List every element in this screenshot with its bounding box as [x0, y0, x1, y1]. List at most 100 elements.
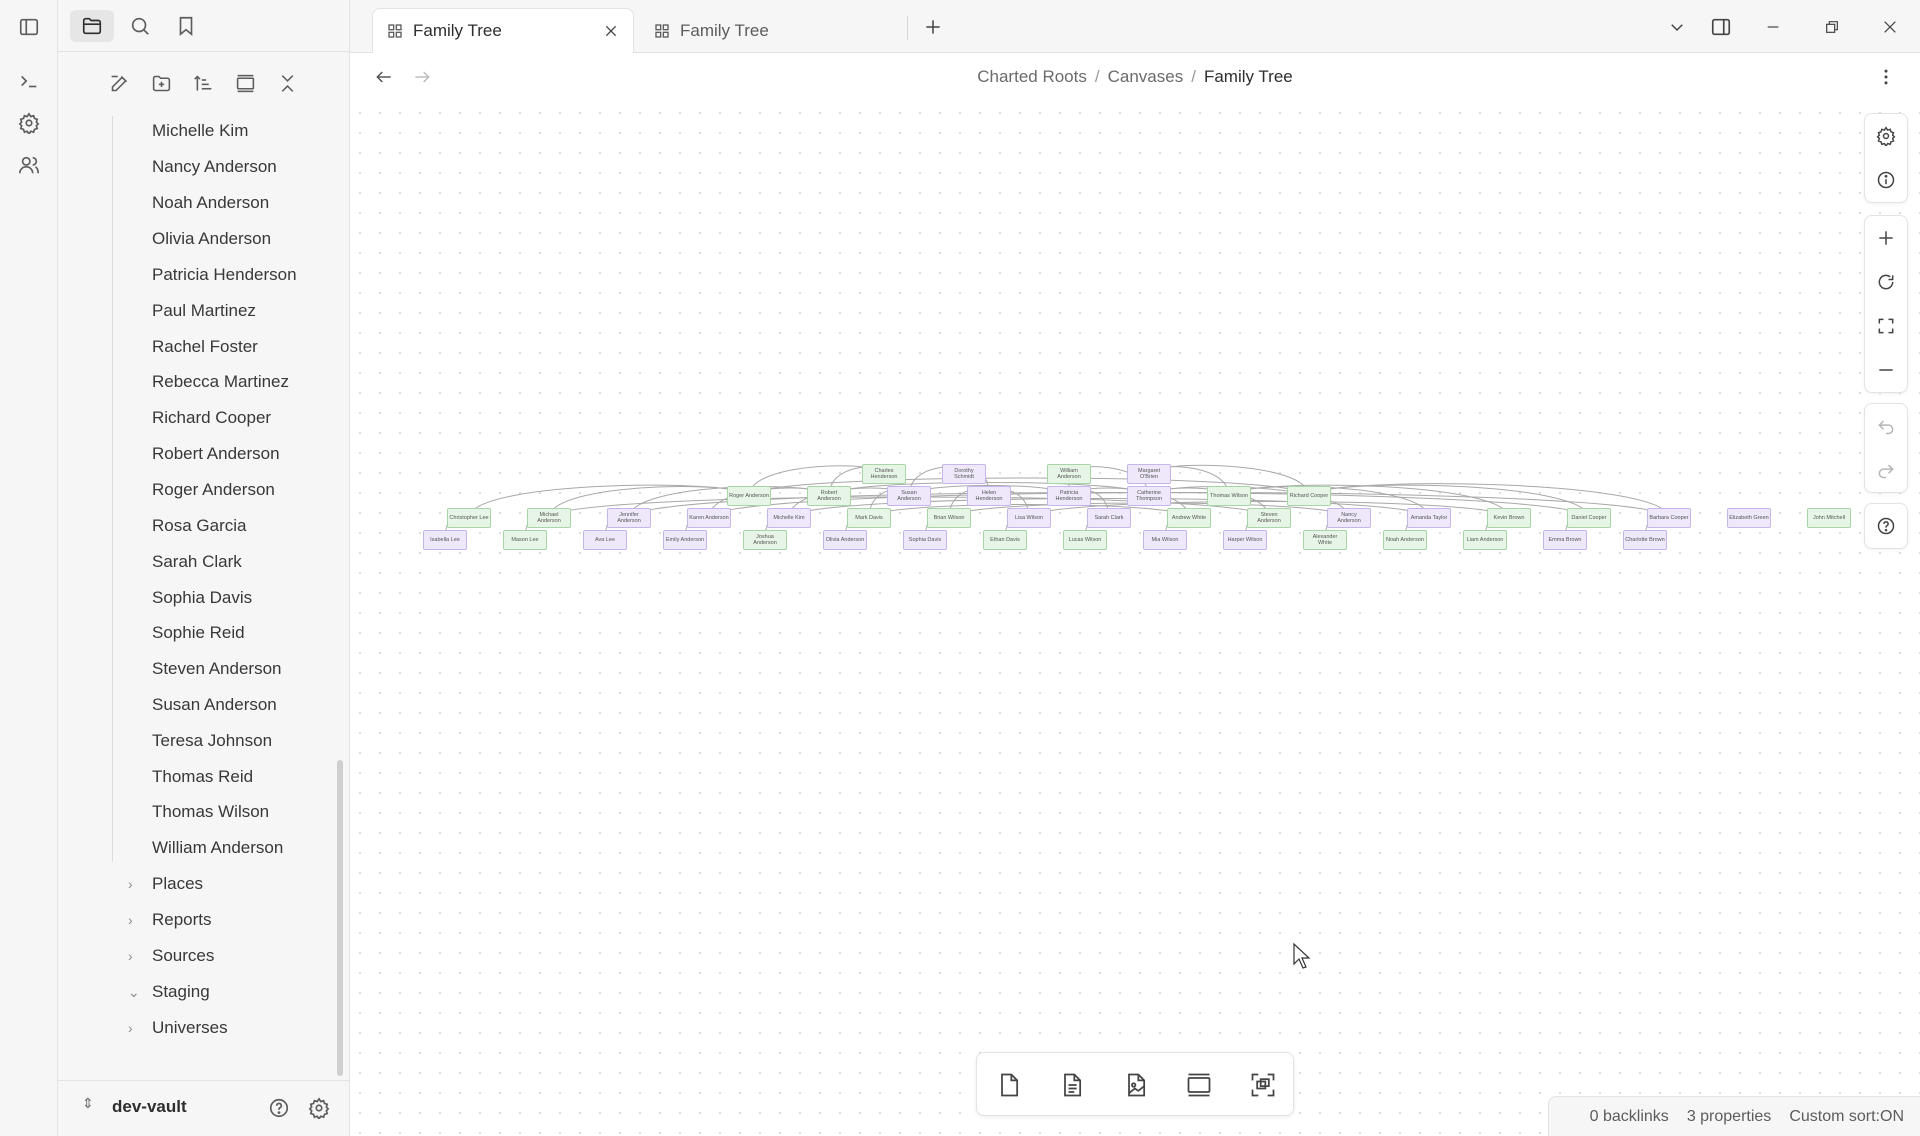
person-node[interactable]: Olivia Anderson — [823, 530, 867, 550]
person-node[interactable]: Karen Anderson — [687, 508, 731, 528]
person-node[interactable]: Lucas Wilson — [1063, 530, 1107, 550]
person-node[interactable]: Christopher Lee — [447, 508, 491, 528]
person-node[interactable]: Mark Davis — [847, 508, 891, 528]
person-node[interactable]: Sophia Davis — [903, 530, 947, 550]
collapse-all-icon[interactable] — [272, 68, 302, 98]
breadcrumb-item[interactable]: Canvases — [1108, 67, 1184, 86]
custom-sort-status[interactable]: Custom sort:ON — [1789, 1108, 1904, 1126]
person-node[interactable]: Mia Wilson — [1143, 530, 1187, 550]
person-node[interactable]: Helen Henderson — [967, 486, 1011, 506]
file-item[interactable]: Thomas Reid — [152, 762, 253, 792]
file-item[interactable]: Michelle Kim — [152, 116, 248, 146]
file-item[interactable]: Patricia Henderson — [152, 260, 297, 290]
person-node[interactable]: Michelle Kim — [767, 508, 811, 528]
person-node[interactable]: Richard Cooper — [1287, 486, 1331, 506]
properties-count[interactable]: 3 properties — [1687, 1108, 1772, 1126]
sort-icon[interactable] — [188, 68, 218, 98]
file-item[interactable]: Sophie Reid — [152, 618, 245, 648]
person-node[interactable]: Brian Wilson — [927, 508, 971, 528]
file-item[interactable]: Richard Cooper — [152, 403, 271, 433]
person-node[interactable]: Susan Anderson — [887, 486, 931, 506]
add-card-icon[interactable] — [987, 1063, 1031, 1107]
new-note-icon[interactable] — [104, 68, 134, 98]
person-node[interactable]: Lisa Wilson — [1007, 508, 1051, 528]
file-item[interactable]: Rosa Garcia — [152, 511, 246, 541]
person-node[interactable]: Ava Lee — [583, 530, 627, 550]
person-node[interactable]: Amanda Taylor — [1407, 508, 1451, 528]
tab-family-tree[interactable]: Family Tree — [640, 8, 890, 53]
tab-family-tree-active[interactable]: Family Tree — [372, 8, 634, 53]
person-node[interactable]: Liam Anderson — [1463, 530, 1507, 550]
redo-icon[interactable] — [1865, 448, 1907, 492]
zoom-out-icon[interactable] — [1865, 348, 1907, 392]
canvas-help-icon[interactable] — [1865, 504, 1907, 548]
person-node[interactable]: Emily Anderson — [663, 530, 707, 550]
search-icon[interactable] — [118, 10, 162, 42]
folder-reports[interactable]: › Reports — [128, 905, 212, 935]
person-node[interactable]: Daniel Cooper — [1567, 508, 1611, 528]
file-item[interactable]: Sarah Clark — [152, 547, 242, 577]
person-node[interactable]: Patricia Henderson — [1047, 486, 1091, 506]
folder-staging[interactable]: ⌄ Staging — [128, 977, 210, 1007]
vault-settings-icon[interactable] — [304, 1093, 334, 1123]
people-icon[interactable] — [14, 150, 44, 180]
tab-list-chevron-icon[interactable] — [1662, 12, 1692, 42]
person-node[interactable]: Margaret O'Brien — [1127, 464, 1171, 484]
terminal-icon[interactable] — [14, 66, 44, 96]
person-node[interactable]: William Anderson — [1047, 464, 1091, 484]
new-tab-icon[interactable] — [918, 12, 948, 42]
person-node[interactable]: Elizabeth Green — [1727, 508, 1771, 528]
person-node[interactable]: Charlotte Brown — [1623, 530, 1667, 550]
close-icon[interactable] — [601, 21, 621, 41]
person-node[interactable]: Roger Anderson — [727, 486, 771, 506]
select-frame-icon[interactable] — [1241, 1063, 1285, 1107]
canvas-area[interactable]: Charles Henderson Dorothy Schmidt William … — [350, 103, 1920, 1136]
person-node[interactable]: Andrew White — [1167, 508, 1211, 528]
person-node[interactable]: Sarah Clark — [1087, 508, 1131, 528]
add-media-icon[interactable] — [1114, 1063, 1158, 1107]
folder-universes[interactable]: › Universes — [128, 1013, 228, 1043]
backlinks-count[interactable]: 0 backlinks — [1590, 1108, 1669, 1126]
new-folder-icon[interactable] — [146, 68, 176, 98]
person-node[interactable]: Catherine Thompson — [1127, 486, 1171, 506]
person-node[interactable]: Thomas Wilson — [1207, 486, 1251, 506]
file-item[interactable]: Noah Anderson — [152, 188, 269, 218]
right-sidebar-toggle-icon[interactable] — [1706, 12, 1736, 42]
person-node[interactable]: Emma Brown — [1543, 530, 1587, 550]
person-node[interactable]: John Mitchell — [1807, 508, 1851, 528]
file-item[interactable]: Paul Martinez — [152, 296, 256, 326]
person-node[interactable]: Michael Anderson — [527, 508, 571, 528]
file-item[interactable]: Steven Anderson — [152, 654, 281, 684]
person-node[interactable]: Charles Henderson — [862, 464, 906, 484]
settings-icon[interactable] — [14, 108, 44, 138]
person-node[interactable]: Kevin Brown — [1487, 508, 1531, 528]
minimize-icon[interactable] — [1758, 12, 1788, 42]
more-options-icon[interactable] — [1872, 63, 1900, 91]
help-icon[interactable] — [264, 1093, 294, 1123]
restore-icon[interactable] — [1817, 12, 1847, 42]
window-close-icon[interactable] — [1875, 12, 1905, 42]
file-item[interactable]: Thomas Wilson — [152, 797, 269, 827]
info-icon[interactable] — [1865, 158, 1907, 202]
file-item[interactable]: Nancy Anderson — [152, 152, 277, 182]
folder-sources[interactable]: › Sources — [128, 941, 214, 971]
canvas-settings-icon[interactable] — [1865, 114, 1907, 158]
person-node[interactable]: Dorothy Schmidt — [942, 464, 986, 484]
person-node[interactable]: Mason Lee — [503, 530, 547, 550]
person-node[interactable]: Steven Anderson — [1247, 508, 1291, 528]
sidebar-toggle-icon[interactable] — [14, 12, 44, 42]
person-node[interactable]: Isabella Lee — [423, 530, 467, 550]
person-node[interactable]: Noah Anderson — [1383, 530, 1427, 550]
sidebar-scrollbar[interactable] — [337, 760, 343, 1076]
file-item[interactable]: Sophia Davis — [152, 583, 252, 613]
vault-name[interactable]: dev-vault — [112, 1097, 187, 1117]
person-node[interactable]: Joshua Anderson — [743, 530, 787, 550]
file-item[interactable]: William Anderson — [152, 833, 283, 863]
person-node[interactable]: Barbara Cooper — [1647, 508, 1691, 528]
file-item[interactable]: Rachel Foster — [152, 332, 258, 362]
zoom-in-icon[interactable] — [1865, 216, 1907, 260]
undo-icon[interactable] — [1865, 404, 1907, 448]
files-tab-icon[interactable] — [70, 10, 114, 42]
file-item[interactable]: Olivia Anderson — [152, 224, 271, 254]
zoom-to-fit-icon[interactable] — [1865, 304, 1907, 348]
